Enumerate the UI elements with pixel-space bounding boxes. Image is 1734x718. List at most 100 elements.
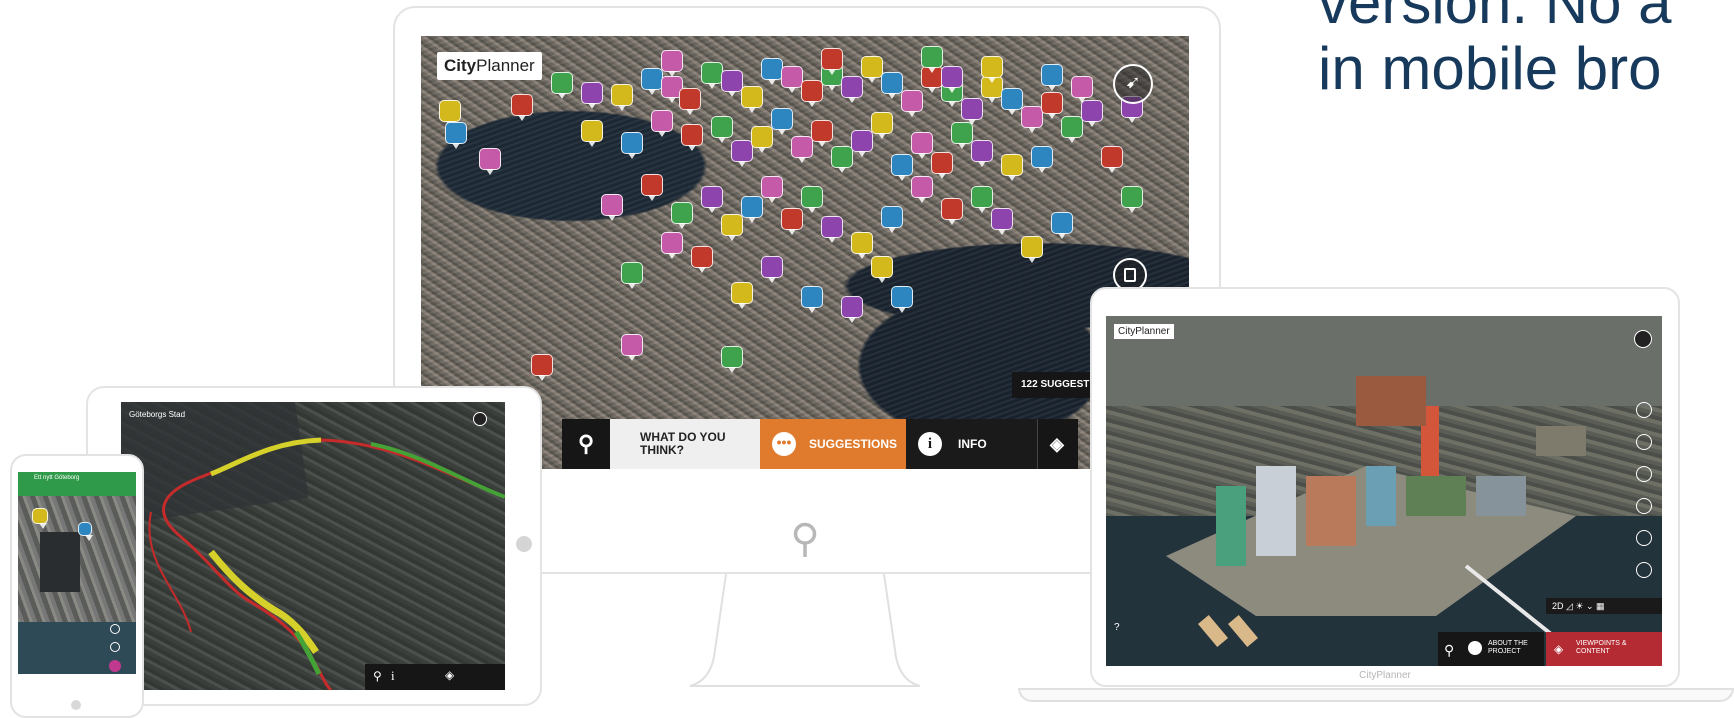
suggestion-marker[interactable] [661,50,683,77]
laptop-drop-icon[interactable] [1636,466,1652,482]
suggestion-marker[interactable] [1121,186,1143,213]
suggestion-marker[interactable] [741,86,763,113]
suggestions-button[interactable]: ••• SUGGESTIONS [760,419,906,469]
suggestion-marker[interactable] [801,286,823,313]
suggestion-marker[interactable] [601,194,623,221]
suggestion-marker[interactable] [531,354,553,381]
suggestion-marker[interactable] [891,154,913,181]
suggestion-marker[interactable] [991,208,1013,235]
suggestion-marker[interactable] [661,232,683,259]
suggestion-marker[interactable] [871,112,893,139]
suggestion-marker[interactable] [551,72,573,99]
suggestion-marker[interactable] [671,202,693,229]
suggestion-marker[interactable] [941,66,963,93]
phone-screen[interactable]: Ett nytt Göteborg [18,472,136,686]
suggestion-marker[interactable] [721,346,743,373]
what-do-you-think-button[interactable]: WHAT DO YOU THINK? [610,419,760,469]
layers-icon[interactable]: ◈ [1038,419,1078,469]
suggestion-marker[interactable] [821,48,843,75]
suggestion-marker[interactable] [1101,146,1123,173]
suggestion-marker[interactable] [679,88,701,115]
laptop-marker-icon[interactable] [1636,498,1652,514]
suggestion-marker[interactable] [1021,236,1043,263]
location-pin-icon[interactable]: ⚲ [562,419,610,469]
suggestion-marker[interactable] [791,136,813,163]
suggestion-marker[interactable] [1041,64,1063,91]
suggestion-marker[interactable] [781,208,803,235]
suggestion-marker[interactable] [621,334,643,361]
phone-marker-yellow[interactable] [32,508,48,529]
suggestion-marker[interactable] [801,80,823,107]
suggestion-marker[interactable] [971,186,993,213]
suggestion-marker[interactable] [881,72,903,99]
suggestion-marker[interactable] [445,122,467,149]
suggestion-marker[interactable] [801,186,823,213]
suggestion-marker[interactable] [871,256,893,283]
suggestion-marker[interactable] [901,90,923,117]
suggestion-marker[interactable] [1031,146,1053,173]
laptop-navigate-icon[interactable] [1636,402,1652,418]
suggestion-marker[interactable] [761,58,783,85]
suggestion-marker[interactable] [931,152,953,179]
suggestion-marker[interactable] [701,62,723,89]
suggestion-marker[interactable] [641,68,663,95]
tablet-layers-icon[interactable]: ◈ [445,668,454,682]
suggestion-marker[interactable] [479,148,501,175]
suggestion-marker[interactable] [731,140,753,167]
suggestion-marker[interactable] [741,196,763,223]
suggestion-marker[interactable] [711,116,733,143]
suggestion-marker[interactable] [621,262,643,289]
suggestion-marker[interactable] [831,146,853,173]
suggestion-marker[interactable] [861,56,883,83]
laptop-pin-icon[interactable] [1636,434,1652,450]
suggestion-marker[interactable] [1051,212,1073,239]
laptop-about-button[interactable]: ⚲ ABOUT THE PROJECT [1438,632,1544,666]
suggestion-marker[interactable] [1021,106,1043,133]
phone-home-button[interactable] [71,700,81,710]
suggestion-marker[interactable] [581,120,603,147]
laptop-compass-icon[interactable] [1634,330,1652,348]
suggestion-marker[interactable] [439,100,461,127]
suggestion-marker[interactable] [721,214,743,241]
suggestion-marker[interactable] [511,94,533,121]
suggestion-marker[interactable] [761,176,783,203]
suggestion-marker[interactable] [891,286,913,313]
suggestion-marker[interactable] [771,108,793,135]
suggestion-marker[interactable] [961,98,983,125]
tablet-home-button[interactable] [516,536,532,552]
suggestion-marker[interactable] [1061,116,1083,143]
tablet-screen[interactable]: Göteborgs Stad ⚲ i ◈ [121,402,505,690]
suggestion-marker[interactable] [821,216,843,243]
phone-marker-blue[interactable] [78,522,93,541]
suggestion-marker[interactable] [611,84,633,111]
tablet-pin-icon[interactable]: ⚲ [373,669,382,683]
laptop-view-controls[interactable]: 2D ◿ ☀ ⌄ ▦ [1546,598,1662,614]
suggestion-marker[interactable] [721,70,743,97]
suggestion-marker[interactable] [951,122,973,149]
suggestion-marker[interactable] [651,110,673,137]
suggestion-marker[interactable] [761,256,783,283]
suggestion-marker[interactable] [1001,88,1023,115]
suggestion-marker[interactable] [1001,154,1023,181]
laptop-viewpoints-button[interactable]: ◈ VIEWPOINTS & CONTENT [1546,632,1662,666]
suggestion-marker[interactable] [841,296,863,323]
tablet-compass-icon[interactable] [473,412,487,426]
suggestion-marker[interactable] [811,120,833,147]
suggestion-marker[interactable] [1041,92,1063,119]
suggestion-marker[interactable] [911,176,933,203]
suggestion-marker[interactable] [681,124,703,151]
laptop-help-icon[interactable]: ? [1114,622,1120,633]
suggestion-marker[interactable] [691,246,713,273]
view-2d-toggle[interactable]: 2D [1552,601,1564,611]
info-button[interactable]: i INFO [906,419,1038,469]
suggestion-marker[interactable] [1081,100,1103,127]
suggestion-marker[interactable] [981,56,1003,83]
compass-icon[interactable]: ➹ [1113,64,1153,104]
suggestion-marker[interactable] [941,198,963,225]
laptop-screen[interactable]: CityPlanner 2D ◿ ☀ ⌄ ▦ ? ⚲ ABOUT THE PRO… [1106,316,1662,666]
laptop-chart-icon[interactable] [1636,530,1652,546]
tablet-info-icon[interactable]: i [391,668,395,684]
suggestion-marker[interactable] [731,282,753,309]
suggestion-marker[interactable] [841,76,863,103]
suggestion-marker[interactable] [911,132,933,159]
